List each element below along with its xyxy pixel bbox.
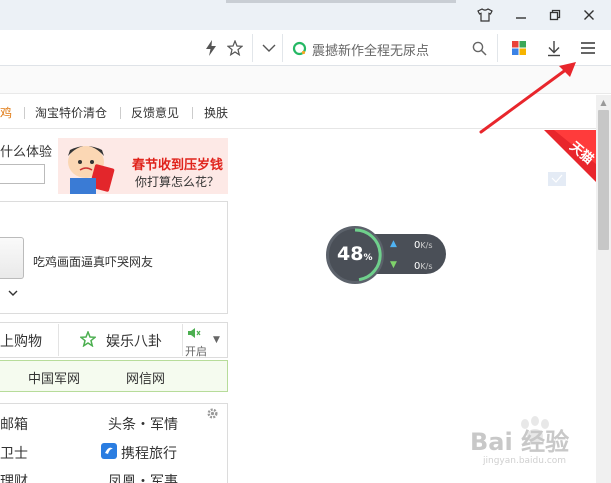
restore-icon[interactable] xyxy=(544,5,566,25)
text-field[interactable] xyxy=(0,164,45,184)
tmall-corner-ad[interactable]: 天猫 xyxy=(544,130,596,188)
tab-separator xyxy=(182,324,183,356)
chevron-down-icon[interactable] xyxy=(8,289,18,300)
download-speed: 0K/s xyxy=(414,261,433,272)
link-separator xyxy=(192,107,193,119)
promo-banner[interactable]: 春节收到压岁钱 你打算怎么花？ xyxy=(58,138,228,194)
news-thumbnail[interactable] xyxy=(0,237,24,279)
gear-icon[interactable] xyxy=(206,407,219,424)
upload-arrow-icon: ▲ xyxy=(390,239,397,249)
tshirt-icon[interactable] xyxy=(474,5,496,25)
scroll-up-icon[interactable]: ▲ xyxy=(598,97,609,107)
news-headline[interactable]: 吃鸡画面逼真吓哭网友 xyxy=(33,253,153,270)
link-separator xyxy=(24,107,25,119)
search-input[interactable]: 震撼新作全程无尿点 xyxy=(312,40,429,59)
watermark-subtext: jingyan.baidu.com xyxy=(483,456,567,466)
cartoon-boy-icon xyxy=(58,138,128,194)
ctrip-icon xyxy=(101,443,117,463)
annotation-arrow xyxy=(479,62,576,134)
link-feedback[interactable]: 反馈意见 xyxy=(131,104,179,121)
site-link[interactable]: 网信网 xyxy=(126,368,165,387)
lightning-icon[interactable] xyxy=(201,38,221,58)
menu-icon[interactable] xyxy=(578,38,598,58)
search-engine-icon xyxy=(292,41,307,60)
download-arrow-icon: ▼ xyxy=(390,260,397,270)
link-item[interactable]: 鸡 xyxy=(0,104,12,121)
link-change-skin[interactable]: 换肤 xyxy=(204,104,228,121)
promo-title: 春节收到压岁钱 xyxy=(132,158,224,173)
promo-subtitle: 你打算怎么花？ xyxy=(135,175,220,189)
headline-fragment[interactable]: 什么体验 xyxy=(0,141,52,160)
minimize-icon[interactable] xyxy=(510,5,532,25)
apps-grid-icon[interactable] xyxy=(509,38,529,58)
link-separator xyxy=(120,107,121,119)
tab-separator xyxy=(58,324,59,356)
site-link[interactable]: 中国军网 xyxy=(28,368,80,387)
search-box[interactable]: 震撼新作全程无尿点 xyxy=(282,34,497,62)
window-shadow xyxy=(226,0,456,3)
quick-link[interactable]: 头条・军情 xyxy=(108,414,178,434)
watermark-text: Bai 经验 xyxy=(470,428,570,456)
link-taobao-clearance[interactable]: 淘宝特价清仓 xyxy=(35,104,107,121)
quick-link[interactable]: 邮箱 xyxy=(0,414,28,434)
close-icon[interactable] xyxy=(578,5,600,25)
chevron-down-icon[interactable] xyxy=(259,38,279,58)
upload-speed: 0K/s xyxy=(414,240,433,251)
window-titlebar xyxy=(0,0,611,30)
memory-percent: 48% xyxy=(337,243,373,265)
dropdown-arrow-icon[interactable]: ▼ xyxy=(213,335,220,345)
star-icon[interactable] xyxy=(225,38,245,58)
sound-toggle-label[interactable]: 开启 xyxy=(185,343,207,359)
toolbar-separator xyxy=(252,34,253,62)
scrollbar-thumb[interactable] xyxy=(598,110,609,250)
tab-shopping[interactable]: 上购物 xyxy=(0,331,42,351)
quick-link[interactable]: 携程旅行 xyxy=(121,443,177,463)
network-speed-widget[interactable]: 48% ▲ ▼ 0K/s 0K/s xyxy=(326,226,446,284)
download-icon[interactable] xyxy=(544,38,564,58)
quick-link[interactable]: 理财 xyxy=(0,471,28,483)
star-icon xyxy=(79,329,97,351)
quick-link[interactable]: 凤凰・军事 xyxy=(108,471,178,483)
quick-link[interactable]: 卫士 xyxy=(0,443,28,463)
tab-entertainment[interactable]: 娱乐八卦 xyxy=(106,331,162,351)
speaker-icon[interactable] xyxy=(187,327,201,342)
